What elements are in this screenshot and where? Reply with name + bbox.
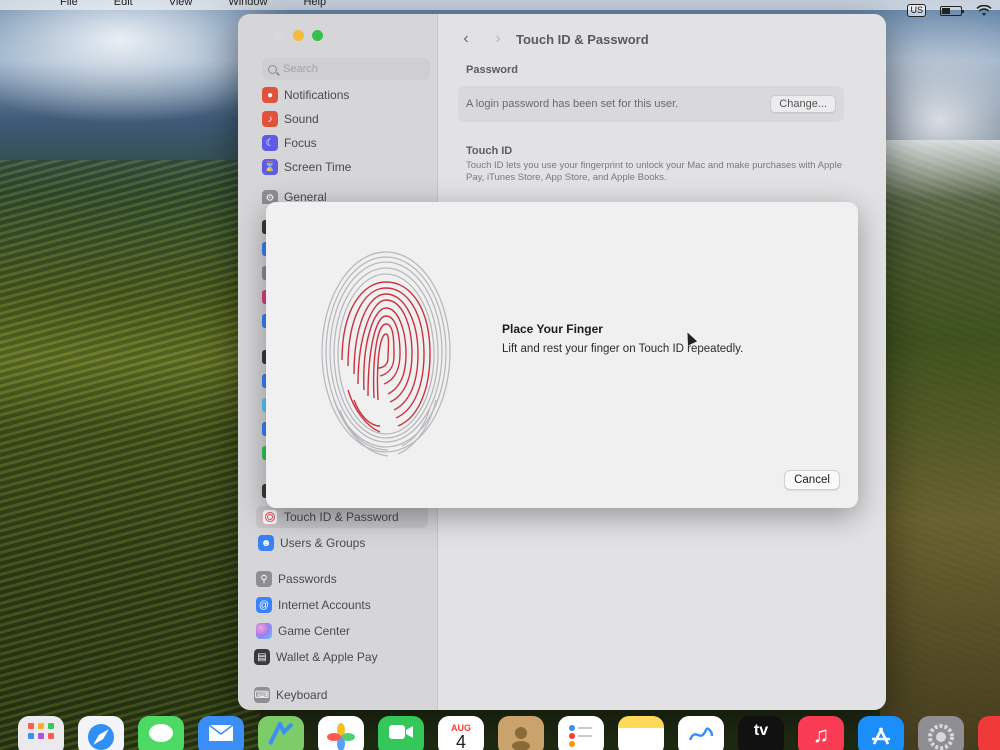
sidebar-item-label: Users & Groups [280, 536, 366, 550]
sidebar-item-keyboard[interactable]: ⌨ Keyboard [254, 684, 422, 706]
menu-bar-items: File Edit View Window Help [60, 0, 326, 8]
touch-id-section-title: Touch ID [466, 145, 513, 157]
forward-chevron-icon[interactable]: › [492, 30, 504, 48]
touch-id-enroll-sheet: Place Your Finger Lift and rest your fin… [266, 202, 858, 508]
mail-icon[interactable] [198, 716, 244, 750]
photos-icon[interactable] [318, 716, 364, 750]
sidebar-item-label: Notifications [284, 88, 350, 102]
news-icon[interactable] [978, 716, 1000, 750]
sidebar-item-screen-time[interactable]: ⌛ Screen Time [262, 156, 430, 178]
password-card: A login password has been set for this u… [458, 86, 844, 122]
launchpad-icon[interactable] [18, 716, 64, 750]
minimize-button[interactable] [293, 30, 304, 41]
hourglass-icon: ⌛ [262, 159, 278, 175]
menu-file[interactable]: File [60, 0, 78, 8]
sidebar-item-label: Screen Time [284, 160, 352, 174]
fingerprint-icon [262, 509, 278, 525]
sidebar-item-focus[interactable]: ☾ Focus [262, 132, 430, 154]
sidebar-item-label: Focus [284, 136, 317, 150]
wallpaper-hills-left [0, 160, 260, 750]
reminders-icon[interactable] [558, 716, 604, 750]
contacts-icon[interactable] [498, 716, 544, 750]
wifi-icon[interactable] [976, 4, 992, 17]
battery-icon[interactable] [940, 5, 964, 16]
sidebar-item-game-center[interactable]: Game Center [256, 620, 424, 642]
safari-icon[interactable] [78, 716, 124, 750]
menu-help[interactable]: Help [303, 0, 326, 8]
calendar-icon[interactable]: AUG 4 [438, 716, 484, 750]
messages-icon[interactable] [138, 716, 184, 750]
sidebar-item-notifications[interactable]: ● Notifications [262, 84, 430, 106]
system-settings-icon[interactable] [918, 716, 964, 750]
menu-edit[interactable]: Edit [114, 0, 133, 8]
maps-icon[interactable] [258, 716, 304, 750]
keyboard-icon: ⌨ [254, 687, 270, 703]
users-icon: ☻ [258, 535, 274, 551]
sidebar-item-users-groups[interactable]: ☻ Users & Groups [258, 532, 426, 554]
sidebar-item-label: Internet Accounts [278, 598, 371, 612]
at-icon: @ [256, 597, 272, 613]
tv-icon[interactable]: tv [738, 716, 784, 750]
sidebar-item-wallet[interactable]: ▤ Wallet & Apple Pay [254, 646, 422, 668]
zoom-button[interactable] [312, 30, 323, 41]
sidebar-item-label: Passwords [278, 572, 337, 586]
facetime-icon[interactable] [378, 716, 424, 750]
calendar-day: 4 [455, 732, 466, 750]
menu-view[interactable]: View [169, 0, 193, 8]
back-chevron-icon[interactable]: ‹ [460, 30, 472, 48]
wallpaper-hills-right [880, 140, 1000, 750]
key-icon: ⚲ [256, 571, 272, 587]
menu-bar: File Edit View Window Help US [0, 0, 1000, 17]
music-icon[interactable]: ♫ [798, 716, 844, 750]
sidebar-item-sound[interactable]: ♪ Sound [262, 108, 430, 130]
sidebar-item-label: Touch ID & Password [284, 510, 399, 524]
speaker-icon: ♪ [262, 111, 278, 127]
fingerprint-graphic [321, 251, 451, 457]
sidebar-item-label: Wallet & Apple Pay [276, 650, 378, 664]
bell-icon: ● [262, 87, 278, 103]
close-button[interactable] [274, 30, 285, 41]
notes-icon[interactable] [618, 716, 664, 750]
password-section-title: Password [466, 64, 518, 76]
game-center-icon [256, 623, 272, 639]
sidebar-item-label: Game Center [278, 624, 351, 638]
wallet-icon: ▤ [254, 649, 270, 665]
freeform-icon[interactable] [678, 716, 724, 750]
search-field[interactable] [262, 58, 430, 80]
sidebar-item-touch-id[interactable]: Touch ID & Password [256, 506, 428, 528]
touch-id-description: Touch ID lets you use your fingerprint t… [466, 160, 842, 183]
page-title: Touch ID & Password [516, 32, 649, 47]
tv-label: tv [753, 722, 769, 739]
app-store-icon[interactable] [858, 716, 904, 750]
change-password-button[interactable]: Change... [770, 95, 836, 113]
dock: AUG 4 tv ♫ [10, 716, 1000, 750]
sheet-instructions: Lift and rest your finger on Touch ID re… [502, 343, 744, 355]
cancel-button[interactable]: Cancel [784, 470, 840, 490]
window-controls [274, 30, 323, 41]
search-icon [268, 64, 277, 74]
sidebar-item-label: Keyboard [276, 688, 328, 702]
sidebar-item-internet-accounts[interactable]: @ Internet Accounts [256, 594, 424, 616]
sidebar-item-label: Sound [284, 112, 319, 126]
menu-bar-tray: US [907, 4, 992, 17]
input-source-indicator[interactable]: US [907, 4, 926, 17]
search-input[interactable] [283, 63, 413, 75]
sidebar-item-passwords[interactable]: ⚲ Passwords [256, 568, 424, 590]
password-status-text: A login password has been set for this u… [466, 98, 679, 110]
navigation-buttons: ‹ › [460, 30, 504, 48]
menu-window[interactable]: Window [228, 0, 267, 8]
sheet-title: Place Your Finger [502, 322, 603, 336]
moon-icon: ☾ [262, 135, 278, 151]
